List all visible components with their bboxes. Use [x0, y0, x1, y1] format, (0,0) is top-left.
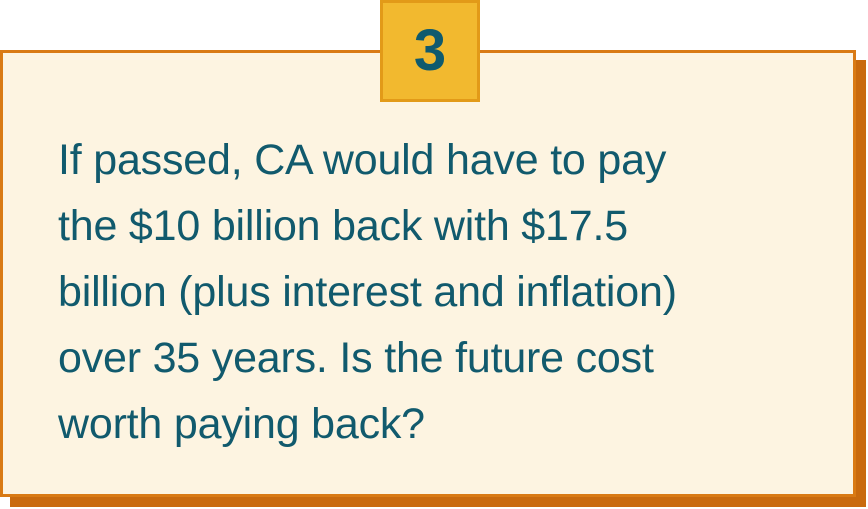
- question-line: worth paying back?: [58, 400, 425, 448]
- number-badge: 3: [380, 0, 480, 102]
- question-line: over 35 years. Is the future cost: [58, 334, 654, 382]
- question-text: If passed, CA would have to pay the $10 …: [58, 127, 818, 457]
- question-card-graphic: 3 If passed, CA would have to pay the $1…: [0, 0, 868, 509]
- question-line: the $10 billion back with $17.5: [58, 202, 628, 250]
- question-line: billion (plus interest and inflation): [58, 268, 677, 316]
- question-line: If passed, CA would have to pay: [58, 136, 667, 184]
- badge-number: 3: [413, 18, 447, 83]
